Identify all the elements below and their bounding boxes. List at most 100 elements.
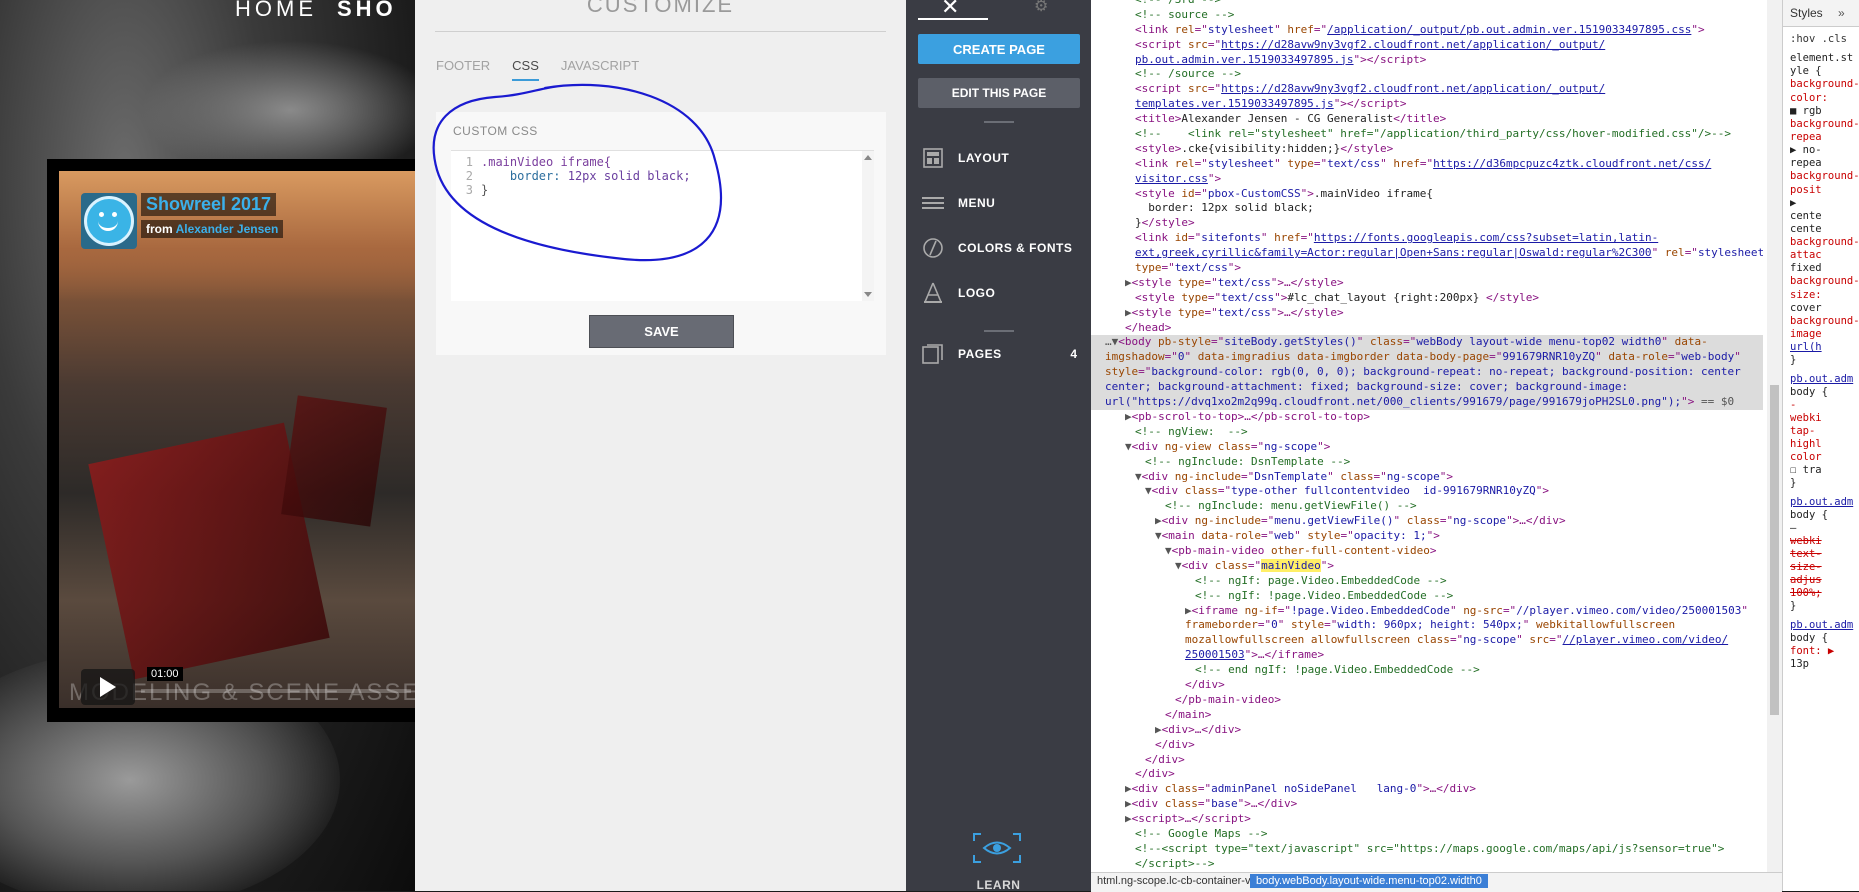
dom-node[interactable]: <!-- Google Maps --> <box>1091 827 1763 842</box>
dom-node[interactable]: ▶<div class="adminPanel noSidePanel lang… <box>1091 782 1763 797</box>
dom-node[interactable]: <!-- ngView: --> <box>1091 425 1763 440</box>
dom-node[interactable]: ▼<div ng-view class="ng-scope"> <box>1091 440 1763 455</box>
style-declaration[interactable]: pb.out.adm <box>1790 619 1853 631</box>
dom-node[interactable]: ▶<style type="text/css">…</style> <box>1091 306 1763 321</box>
style-declaration[interactable]: webki <box>1790 412 1822 424</box>
tab-footer[interactable]: FOOTER <box>436 58 490 81</box>
style-declaration[interactable]: size: <box>1790 289 1822 301</box>
dom-node[interactable]: <!-- ngInclude: DsnTemplate --> <box>1091 455 1763 470</box>
style-declaration[interactable]: highl <box>1790 438 1822 450</box>
style-declaration[interactable]: cover <box>1790 302 1822 314</box>
breadcrumb-html[interactable]: html.ng-scope.lc-cb-container-vi <box>1097 875 1253 887</box>
style-declaration[interactable]: body { <box>1790 509 1828 521</box>
dom-node[interactable]: border: 12px solid black; <box>1091 201 1763 216</box>
style-declaration[interactable]: – <box>1790 522 1796 534</box>
style-declaration[interactable]: webki <box>1790 535 1822 547</box>
style-declaration[interactable]: background- <box>1790 275 1859 287</box>
dom-node[interactable]: }</style> <box>1091 216 1763 231</box>
style-declaration[interactable]: repea <box>1790 131 1822 143</box>
video-author-link[interactable]: Alexander Jensen <box>176 222 279 236</box>
dom-node[interactable]: </div> <box>1091 753 1763 768</box>
style-declaration[interactable]: ■ rgb <box>1790 105 1822 117</box>
dom-node[interactable]: <!--<script type="text/javascript" src="… <box>1091 842 1763 857</box>
dom-node[interactable]: 250001503">…</iframe> <box>1091 648 1763 663</box>
dom-node[interactable]: <!-- <link rel="stylesheet" href="/appli… <box>1091 127 1763 142</box>
style-declaration[interactable]: cente <box>1790 223 1822 235</box>
dom-node[interactable]: </div> <box>1091 767 1763 782</box>
dom-node[interactable]: ▼<main data-role="web" style="opacity: 1… <box>1091 529 1763 544</box>
dom-node[interactable]: </main> <box>1091 708 1763 723</box>
sidebar-item-layout[interactable]: LAYOUT <box>906 140 1091 176</box>
dom-node[interactable]: <style id="pbox-CustomCSS">.mainVideo if… <box>1091 187 1763 202</box>
style-declaration[interactable]: ☐ tra <box>1790 464 1822 476</box>
tab-css[interactable]: CSS <box>512 58 539 81</box>
preview-eye-icon[interactable] <box>972 832 1022 864</box>
sidebar-item-pages[interactable]: PAGES 4 <box>906 336 1091 372</box>
style-declaration[interactable]: url(h <box>1790 341 1822 353</box>
dom-node[interactable]: ▶<div>…</div> <box>1091 723 1763 738</box>
dom-scrollbar[interactable] <box>1767 0 1782 872</box>
dom-node[interactable]: mozallowfullscreen allowfullscreen class… <box>1091 633 1763 648</box>
style-declaration[interactable]: background- <box>1790 118 1859 130</box>
dom-node[interactable]: <!-- source --> <box>1091 8 1763 23</box>
style-declaration[interactable]: size- <box>1790 561 1822 573</box>
style-declaration[interactable]: - <box>1790 399 1796 411</box>
dom-node[interactable]: <link id="sitefonts" href="https://fonts… <box>1091 231 1763 246</box>
dom-node[interactable]: <link rel="stylesheet" href="/applicatio… <box>1091 23 1763 38</box>
dom-node[interactable]: ▼<pb-main-video other-full-content-video… <box>1091 544 1763 559</box>
dom-node[interactable]: <style type="text/css">#lc_chat_layout {… <box>1091 291 1763 306</box>
nav-home[interactable]: HOME <box>235 0 317 21</box>
style-declaration[interactable]: repea <box>1790 157 1822 169</box>
sidebar-item-menu[interactable]: MENU <box>906 185 1091 221</box>
style-declaration[interactable]: cente <box>1790 210 1822 222</box>
dom-node[interactable]: type="text/css"> <box>1091 261 1763 276</box>
dom-node[interactable]: </div> <box>1091 678 1763 693</box>
style-declaration[interactable]: body { <box>1790 386 1828 398</box>
main-video[interactable]: Showreel 2017 from Alexander Jensen MODE… <box>47 159 415 722</box>
style-declaration[interactable]: yle { <box>1790 65 1822 77</box>
sidebar-item-logo[interactable]: LOGO <box>906 275 1091 311</box>
style-declaration[interactable]: tap- <box>1790 425 1815 437</box>
scroll-up-icon[interactable] <box>864 155 872 160</box>
style-declaration[interactable]: body { <box>1790 632 1828 644</box>
dom-node[interactable]: <link rel="stylesheet" type="text/css" h… <box>1091 157 1763 172</box>
dom-node[interactable]: <title>Alexander Jensen - CG Generalist<… <box>1091 112 1763 127</box>
style-declaration[interactable]: element.st <box>1790 52 1853 64</box>
dom-node[interactable]: ▶<pb-scrol-to-top>…</pb-scrol-to-top> <box>1091 410 1763 425</box>
dom-node[interactable]: <!-- ngIf: !page.Video.EmbeddedCode --> <box>1091 589 1763 604</box>
style-declaration[interactable]: } <box>1790 477 1796 489</box>
dom-node[interactable]: ▼<div class="mainVideo"> <box>1091 558 1763 574</box>
style-declaration[interactable]: pb.out.adm <box>1790 373 1853 385</box>
close-icon[interactable]: ✕ <box>941 0 959 20</box>
dom-tree[interactable]: <!-- /3rd --><!-- source --><link rel="s… <box>1091 0 1763 872</box>
style-declaration[interactable]: fixed <box>1790 262 1822 274</box>
dom-node[interactable]: <!-- ngIf: page.Video.EmbeddedCode --> <box>1091 574 1763 589</box>
style-declaration[interactable]: color: <box>1790 92 1828 104</box>
style-declaration[interactable]: attac <box>1790 249 1822 261</box>
style-declaration[interactable]: 13p <box>1790 658 1809 670</box>
dom-node[interactable]: pb.out.admin.ver.1519033497895.js"></scr… <box>1091 53 1763 68</box>
dom-node[interactable]: ▶<iframe ng-if="!page.Video.EmbeddedCode… <box>1091 604 1763 619</box>
dom-node[interactable]: visitor.css"> <box>1091 172 1763 187</box>
scrollbar-thumb[interactable] <box>1770 385 1779 715</box>
style-declaration[interactable]: background- <box>1790 236 1859 248</box>
dom-node[interactable]: ▶<style type="text/css">…</style> <box>1091 276 1763 291</box>
dom-node[interactable]: <style>.cke{visibility:hidden;}</style> <box>1091 142 1763 157</box>
dom-node[interactable]: <!-- /source --> <box>1091 67 1763 82</box>
breadcrumb-body[interactable]: body.webBody.layout-wide.menu-top02.widt… <box>1250 874 1488 888</box>
style-declaration[interactable]: color <box>1790 451 1822 463</box>
dom-node[interactable]: </head> <box>1091 321 1763 336</box>
dom-node[interactable]: <script src="https://d28avw9ny3vgf2.clou… <box>1091 38 1763 53</box>
dom-node[interactable]: templates.ver.1519033497895.js"></script… <box>1091 97 1763 112</box>
style-declaration[interactable]: ▶ <box>1790 197 1796 209</box>
style-declaration[interactable]: font: ▶ <box>1790 645 1834 657</box>
dom-node[interactable]: <!-- /3rd --> <box>1091 0 1763 8</box>
style-declaration[interactable]: background- <box>1790 315 1859 327</box>
style-declaration[interactable]: background- <box>1790 170 1859 182</box>
nav-showreel[interactable]: SHO <box>337 0 397 21</box>
tab-styles[interactable]: Styles <box>1790 6 1823 20</box>
style-declaration[interactable]: ▶ no- <box>1790 144 1822 156</box>
dom-node[interactable]: <!-- ngInclude: menu.getViewFile() --> <box>1091 499 1763 514</box>
style-declaration[interactable]: background- <box>1790 78 1859 90</box>
dom-node[interactable]: </pb-main-video> <box>1091 693 1763 708</box>
